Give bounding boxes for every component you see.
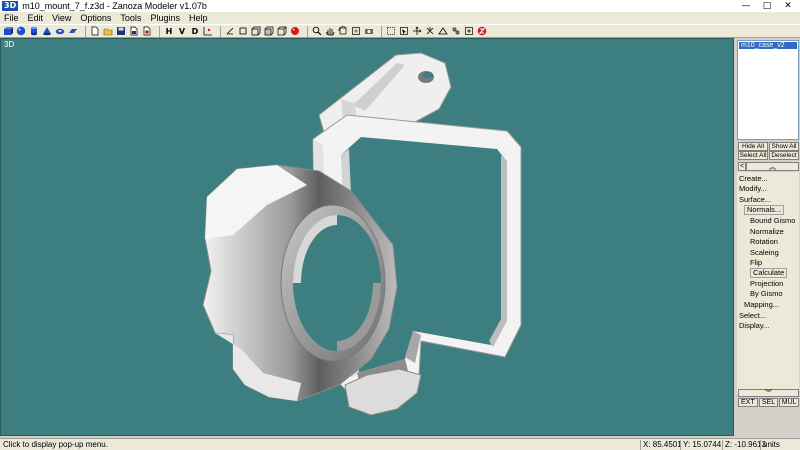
model-render (202, 52, 522, 416)
rotate-view-icon[interactable] (338, 26, 348, 36)
view-d-button[interactable]: D (190, 26, 200, 36)
primitive-sphere-icon[interactable] (16, 26, 26, 36)
cmd-surface[interactable]: Surface... (739, 195, 771, 205)
cmd-normals[interactable]: Normals... (744, 205, 785, 215)
view-v-button[interactable]: V (177, 26, 187, 36)
cmd-display[interactable]: Display... (739, 321, 769, 331)
primitive-box-icon[interactable] (3, 26, 13, 36)
object-list-item[interactable]: m10_case_v2 (739, 42, 797, 49)
menu-edit[interactable]: Edit (28, 13, 44, 23)
top-view-icon[interactable] (264, 26, 274, 36)
scroll-up-button[interactable]: ︽ (746, 162, 799, 171)
cmd-modify[interactable]: Modify... (739, 184, 767, 194)
cmd-create[interactable]: Create... (739, 174, 768, 184)
scroll-down-button[interactable]: ︾ (738, 389, 799, 397)
zanoza-logo-icon[interactable] (477, 26, 487, 36)
cmd-calculate[interactable]: Calculate (750, 268, 788, 278)
deselect-button[interactable]: Deselect (769, 151, 799, 160)
pan-hand-icon[interactable] (325, 26, 335, 36)
object-list[interactable]: m10_case_v2 (737, 40, 799, 140)
perspective-view-icon[interactable] (277, 26, 287, 36)
show-all-button[interactable]: Show All (769, 142, 799, 151)
primitive-torus-icon[interactable] (55, 26, 65, 36)
menu-file[interactable]: File (4, 13, 19, 23)
save-icon[interactable] (116, 26, 126, 36)
status-bar: Click to display pop-up menu. X: 85.4501… (0, 438, 800, 450)
title-bar: 3D m10_mount_7_f.z3d - Zanoza Modeler v1… (0, 0, 800, 12)
select-rect-icon[interactable] (386, 26, 396, 36)
toolbar-separator (307, 25, 308, 37)
window-title: m10_mount_7_f.z3d - Zanoza Modeler v1.07… (22, 1, 207, 11)
view-h-button[interactable]: H (164, 26, 174, 36)
status-message: Click to display pop-up menu. (3, 440, 108, 449)
mul-button[interactable]: MUL (779, 398, 800, 407)
units-label: units (760, 440, 780, 450)
close-button[interactable]: ✕ (776, 0, 800, 12)
menu-view[interactable]: View (52, 13, 71, 23)
select-object-icon[interactable] (399, 26, 409, 36)
toolbar-separator (381, 25, 382, 37)
zoom-icon[interactable] (312, 26, 322, 36)
selection-buttons: Select All Deselect (738, 151, 799, 160)
cmd-rotation[interactable]: Rotation (750, 237, 778, 247)
cmd-projection[interactable]: Projection (750, 279, 783, 289)
cmd-by-gismo[interactable]: By Gismo (750, 289, 783, 299)
front-view-icon[interactable] (238, 26, 248, 36)
visibility-buttons: Hide All Show All (738, 142, 799, 151)
axis-icon[interactable] (225, 26, 235, 36)
cmd-select[interactable]: Select... (739, 311, 766, 321)
scale-icon[interactable] (438, 26, 448, 36)
menu-help[interactable]: Help (189, 13, 208, 23)
open-folder-icon[interactable] (103, 26, 113, 36)
move-icon[interactable] (412, 26, 422, 36)
mode-buttons: EXT SEL MUL (738, 398, 800, 407)
command-nav: < ︽ (738, 162, 799, 171)
coord-y: Y: 15.0744 (680, 440, 721, 450)
render-sphere-icon[interactable] (290, 26, 300, 36)
cmd-normalize[interactable]: Normalize (750, 227, 784, 237)
cmd-bound-gismo[interactable]: Bound Gismo (750, 216, 795, 226)
menu-plugins[interactable]: Plugins (150, 13, 180, 23)
coord-x: X: 85.4501 (640, 440, 682, 450)
menu-options[interactable]: Options (80, 13, 111, 23)
toolbar-separator (159, 25, 160, 37)
select-all-button[interactable]: Select All (738, 151, 768, 160)
menu-bar: File Edit View Options Tools Plugins Hel… (0, 12, 800, 24)
snap-grid-icon[interactable] (203, 26, 213, 36)
fit-view-icon[interactable] (351, 26, 361, 36)
cmd-scaleing[interactable]: Scaleing (750, 248, 779, 258)
new-file-icon[interactable] (90, 26, 100, 36)
cmd-mapping[interactable]: Mapping... (744, 300, 779, 310)
app-icon: 3D (2, 1, 19, 11)
primitive-plane-icon[interactable] (68, 26, 78, 36)
primitive-cylinder-icon[interactable] (29, 26, 39, 36)
save-as-icon[interactable] (129, 26, 139, 36)
toolbar-separator (220, 25, 221, 37)
mirror-icon[interactable] (451, 26, 461, 36)
menu-tools[interactable]: Tools (120, 13, 141, 23)
sel-button[interactable]: SEL (758, 398, 779, 407)
hide-all-button[interactable]: Hide All (738, 142, 768, 151)
toolbar: H V D (0, 24, 800, 38)
command-tree: Create... Modify... Surface... Normals..… (737, 172, 799, 394)
viewport-3d[interactable]: 3D (0, 38, 734, 436)
primitive-cone-icon[interactable] (42, 26, 52, 36)
rotate-icon[interactable] (425, 26, 435, 36)
cmd-flip[interactable]: Flip (750, 258, 762, 268)
back-button[interactable]: < (738, 162, 746, 171)
ext-button[interactable]: EXT (738, 398, 758, 407)
side-view-icon[interactable] (251, 26, 261, 36)
snap-icon[interactable] (464, 26, 474, 36)
toolbar-separator (85, 25, 86, 37)
export-icon[interactable] (142, 26, 152, 36)
camera-icon[interactable] (364, 26, 374, 36)
